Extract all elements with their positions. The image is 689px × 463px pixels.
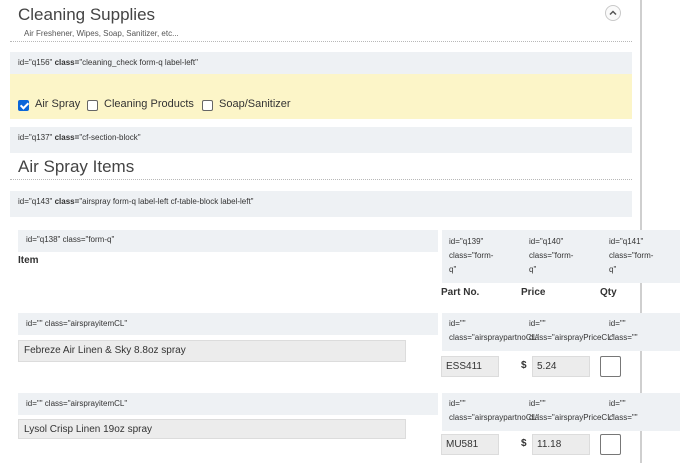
q141-attrs: id="q141" class="form-q": [609, 237, 654, 274]
header-part-no: Part No.: [441, 287, 480, 298]
checkbox-air-spray[interactable]: [18, 100, 29, 111]
currency-symbol: $: [521, 360, 527, 371]
price-attrs: id="" class="airsprayPriceCL": [529, 399, 615, 422]
section-subtitle: Air Freshener, Wipes, Soap, Sanitizer, e…: [24, 29, 179, 38]
air-spray-title: Air Spray Items: [18, 157, 135, 176]
q139-attrs: id="q139" class="form-q": [449, 237, 494, 274]
item-field: Lysol Crisp Linen 19oz spray: [18, 419, 406, 439]
collapse-button[interactable]: [605, 5, 621, 21]
checkbox-label-cleaning-products[interactable]: Cleaning Products: [104, 98, 194, 110]
section-title: Cleaning Supplies: [18, 5, 156, 24]
qty-attrs: id="" class="": [609, 319, 638, 342]
item-field: Febreze Air Linen & Sky 8.8oz spray: [18, 340, 406, 362]
row-attrs: id="" class="airsprayitemCL": [26, 399, 128, 408]
checkbox-label-soap-sanitizer[interactable]: Soap/Sanitizer: [219, 98, 291, 110]
part-no-field: MU581: [441, 434, 499, 455]
qty-input[interactable]: [600, 356, 621, 377]
price-attrs: id="" class="airsprayPriceCL": [529, 319, 615, 342]
qty-attrs: id="" class="": [609, 399, 638, 422]
part-attrs: id="" class="airspraypartnoCL": [449, 319, 539, 342]
header-price: Price: [521, 287, 546, 298]
air-spray-divider: [10, 179, 632, 180]
price-field: 11.18: [532, 434, 590, 455]
cleaning-check-group: [10, 74, 632, 119]
q140-attrs: id="q140" class="form-q": [529, 237, 574, 274]
price-field: 5.24: [532, 356, 590, 377]
header-qty: Qty: [600, 287, 617, 298]
header-item: Item: [18, 255, 39, 266]
part-no-field: ESS411: [441, 356, 499, 377]
checkbox-label-air-spray[interactable]: Air Spray: [35, 98, 80, 110]
q138-attrs: id="q138" class="form-q": [26, 235, 115, 244]
chevron-up-icon: [609, 10, 617, 16]
checkbox-cleaning-products[interactable]: [87, 100, 98, 111]
section-divider: [10, 41, 632, 42]
part-attrs: id="" class="airspraypartnoCL": [449, 399, 539, 422]
q137-debug-bar: id="q137" class="cf-section-block": [10, 127, 632, 153]
checkbox-soap-sanitizer[interactable]: [202, 100, 213, 111]
row-attrs: id="" class="airsprayitemCL": [26, 319, 128, 328]
q143-debug-bar: id="q143" class="airspray form-q label-l…: [10, 191, 632, 217]
currency-symbol: $: [521, 438, 527, 449]
qty-input[interactable]: [600, 434, 621, 455]
